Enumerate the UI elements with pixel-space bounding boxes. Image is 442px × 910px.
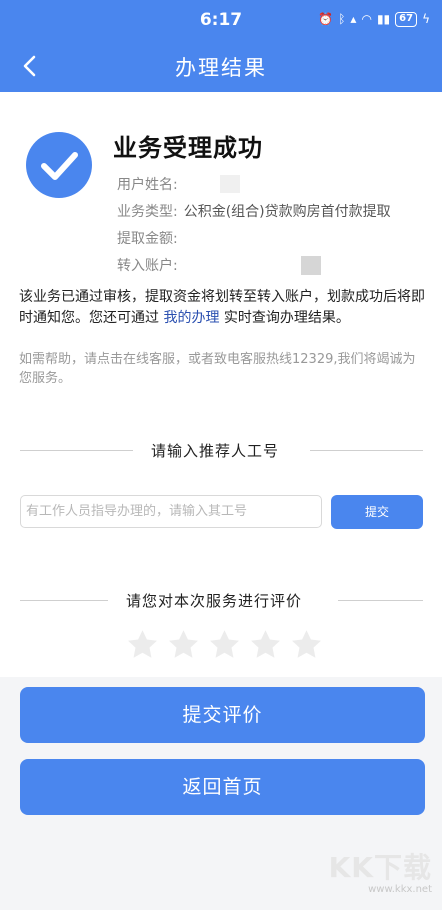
header: 6:17 ⏰ ᛒ ▴ ◠ ▮▮ 67 ϟ 办理结果	[0, 0, 442, 92]
nav-bar: 办理结果	[0, 40, 442, 92]
success-check-icon	[26, 132, 92, 198]
notice-text: 该业务已通过审核，提取资金将划转至转入账户，划款成功后将即时通知您。您还可通过 …	[19, 289, 425, 326]
star-icon[interactable]	[249, 628, 282, 661]
back-home-button[interactable]: 返回首页	[20, 759, 425, 815]
alarm-icon: ⏰	[318, 12, 334, 26]
submit-rating-button[interactable]: 提交评价	[20, 687, 425, 743]
info-account: 转入账户:	[117, 255, 184, 275]
info-label: 转入账户:	[117, 258, 178, 274]
signal-icon: ▴	[350, 12, 357, 26]
info-value: 公积金(组合)贷款购房首付款提取	[183, 204, 391, 220]
divider	[20, 450, 133, 451]
page-title: 办理结果	[175, 56, 267, 80]
info-label: 用户姓名:	[117, 177, 178, 193]
status-icons: ⏰ ᛒ ▴ ◠ ▮▮ 67 ϟ	[318, 11, 430, 27]
info-business-type: 业务类型: 公积金(组合)贷款购房首付款提取	[117, 201, 391, 221]
rating-section-title: 请您对本次服务进行评价	[126, 592, 303, 610]
watermark-url: www.kkx.net	[368, 884, 432, 895]
watermark: KK下载 www.kkx.net	[329, 852, 432, 896]
masked-account	[301, 256, 321, 275]
referrer-section-title: 请输入推荐人工号	[151, 442, 280, 460]
cellular-icon: ▮▮	[376, 12, 391, 26]
watermark-logo: KK下载	[328, 851, 432, 884]
referrer-id-input[interactable]	[20, 495, 322, 528]
star-icon[interactable]	[290, 628, 323, 661]
divider	[338, 600, 423, 601]
charging-icon: ϟ	[422, 12, 430, 26]
battery-icon: 67	[395, 11, 418, 27]
battery-level: 67	[399, 13, 414, 24]
wifi-icon: ◠	[361, 12, 372, 26]
divider	[20, 600, 108, 601]
info-label: 提取金额:	[117, 231, 178, 247]
star-icon[interactable]	[126, 628, 159, 661]
star-icon[interactable]	[167, 628, 200, 661]
bluetooth-icon: ᛒ	[338, 12, 346, 26]
referrer-submit-button[interactable]: 提交	[331, 495, 423, 529]
result-title: 业务受理成功	[113, 134, 263, 162]
my-applications-link[interactable]: 我的办理	[163, 310, 219, 326]
info-amount: 提取金额:	[117, 228, 184, 248]
star-rating	[126, 628, 323, 661]
info-label: 业务类型:	[117, 204, 178, 220]
masked-name	[220, 175, 240, 193]
info-user-name: 用户姓名:	[117, 174, 184, 194]
divider	[310, 450, 423, 451]
help-text: 如需帮助，请点击在线客服，或者致电客服热线12329,我们将竭诚为您服务。	[19, 352, 416, 386]
status-bar: 6:17 ⏰ ᛒ ▴ ◠ ▮▮ 67 ϟ	[0, 0, 442, 40]
star-icon[interactable]	[208, 628, 241, 661]
